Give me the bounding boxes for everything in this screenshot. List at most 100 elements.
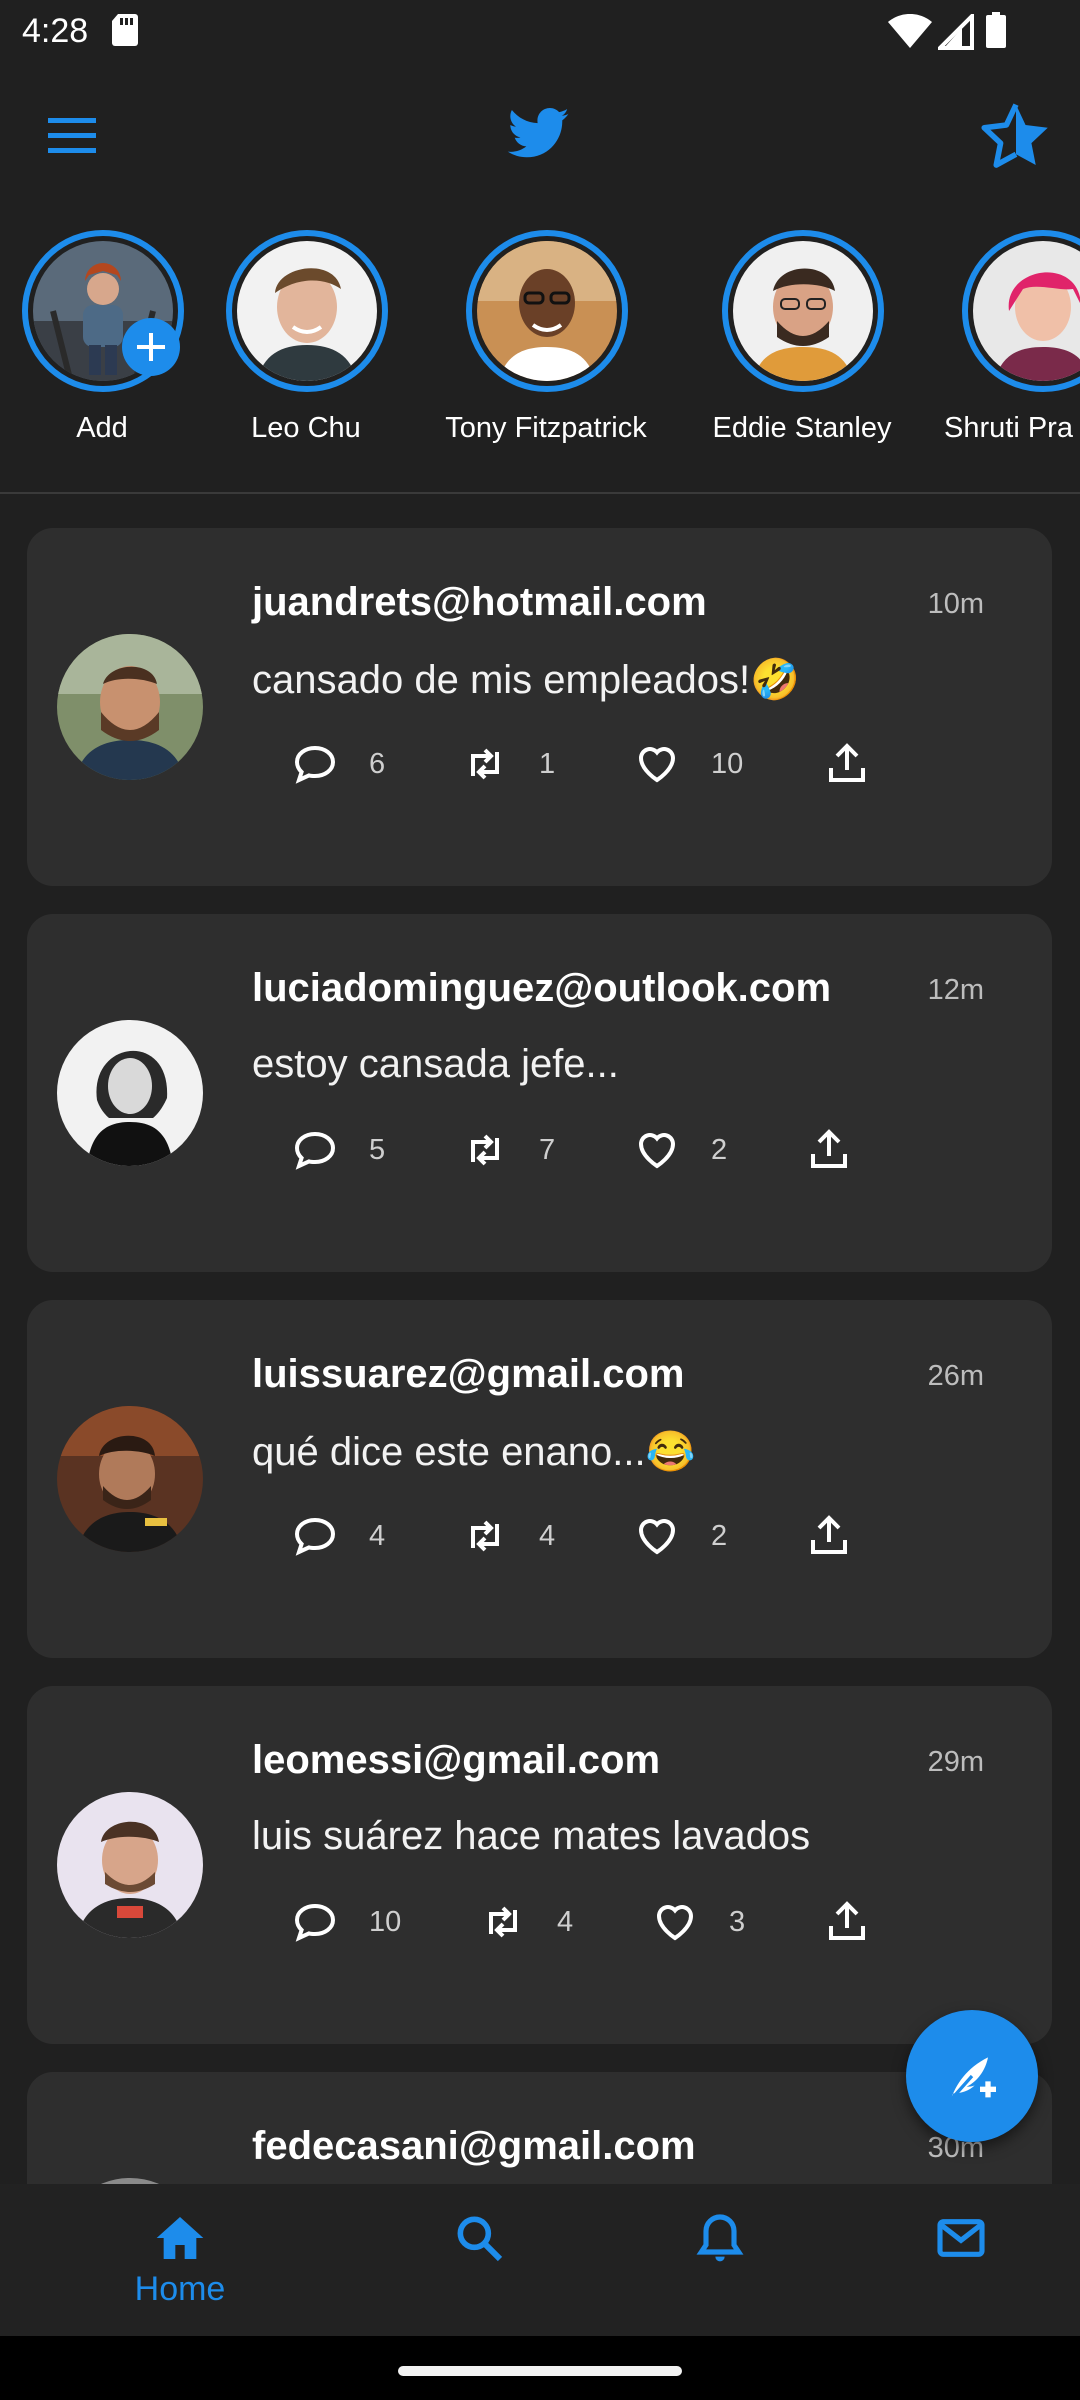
reply-count: 4 — [369, 1519, 386, 1552]
story-ring — [466, 230, 628, 392]
share-icon — [811, 1515, 847, 1554]
tweet-author[interactable]: fedecasani@gmail.com — [252, 2124, 696, 2169]
like-button[interactable]: 2 — [633, 1512, 727, 1560]
bottom-navigation: Home — [0, 2184, 1080, 2336]
retweet-count: 4 — [557, 1905, 574, 1938]
heart-icon — [656, 1905, 694, 1941]
story-leo-chu[interactable]: Leo Chu — [226, 226, 426, 446]
tweet-text: luis suárez hace mates lavados — [252, 1814, 811, 1858]
retweet-button[interactable]: 7 — [461, 1126, 555, 1174]
tweet-author[interactable]: leomessi@gmail.com — [252, 1738, 660, 1783]
bell-icon — [696, 2214, 744, 2262]
comment-icon — [294, 1903, 336, 1942]
twitter-bird-icon — [507, 107, 569, 158]
tweet-author[interactable]: luissuarez@gmail.com — [252, 1352, 684, 1397]
avatar[interactable] — [57, 1792, 203, 1938]
reply-count: 6 — [369, 747, 386, 780]
add-story-button[interactable] — [122, 318, 180, 376]
avatar — [237, 241, 377, 381]
reply-count: 10 — [369, 1905, 402, 1938]
retweet-count: 4 — [539, 1519, 556, 1552]
nav-home[interactable]: Home — [45, 2184, 315, 2336]
retweet-icon — [471, 1520, 499, 1552]
tweet-text: qué dice este enano...😂 — [252, 1430, 696, 1474]
like-count: 2 — [711, 1133, 728, 1166]
tweet-text: estoy cansada jefe... — [252, 1042, 619, 1086]
retweet-button[interactable]: 4 — [461, 1512, 555, 1560]
star-icon[interactable] — [978, 100, 1054, 174]
reply-button[interactable]: 5 — [291, 1126, 385, 1174]
tweet-card[interactable]: fedecasani@gmail.com 30m — [27, 2072, 1052, 2184]
share-icon — [811, 1129, 847, 1168]
avatar[interactable] — [57, 634, 203, 780]
share-icon — [829, 743, 865, 782]
reply-button[interactable]: 4 — [291, 1512, 385, 1560]
retweet-button[interactable]: 4 — [479, 1898, 573, 1946]
nav-search[interactable] — [344, 2184, 614, 2336]
comment-icon — [294, 1131, 336, 1170]
avatar — [477, 241, 617, 381]
share-button[interactable] — [823, 1898, 871, 1946]
tweet-time: 29m — [927, 1746, 984, 1778]
tweet-card[interactable]: juandrets@hotmail.com 10m cansado de mis… — [27, 528, 1052, 886]
reply-button[interactable]: 10 — [291, 1898, 401, 1946]
story-eddie-stanley[interactable]: Eddie Stanley — [713, 226, 922, 446]
menu-icon[interactable] — [46, 114, 100, 158]
like-count: 10 — [711, 747, 744, 780]
story-tony-fitzpatrick[interactable]: Tony Fitzpatrick — [445, 226, 666, 446]
heart-icon — [638, 747, 676, 783]
stories-row: Add Leo Chu Tony Fitzpatrick Eddie Stanl… — [0, 226, 1080, 446]
story-name: Tony Fitzpatrick — [445, 412, 647, 444]
like-button[interactable]: 3 — [651, 1898, 745, 1946]
compose-tweet-button[interactable] — [906, 2010, 1038, 2142]
comment-icon — [294, 745, 336, 784]
story-ring — [722, 230, 884, 392]
signal-icon — [938, 14, 974, 50]
retweet-button[interactable]: 1 — [461, 740, 555, 788]
home-gesture-bar[interactable] — [398, 2366, 682, 2376]
sd-card-icon — [112, 14, 138, 46]
share-button[interactable] — [805, 1126, 853, 1174]
wifi-icon — [888, 14, 932, 48]
story-add[interactable]: Add — [22, 226, 222, 446]
retweet-count: 1 — [539, 747, 556, 780]
retweet-count: 7 — [539, 1133, 556, 1166]
tweet-author[interactable]: juandrets@hotmail.com — [252, 580, 707, 625]
share-button[interactable] — [823, 740, 871, 788]
tweet-time: 10m — [927, 588, 984, 620]
share-icon — [829, 1901, 865, 1940]
retweet-icon — [489, 1906, 517, 1938]
nav-home-label: Home — [134, 2270, 226, 2308]
tweet-card[interactable]: luciadominguez@outlook.com 12m estoy can… — [27, 914, 1052, 1272]
share-button[interactable] — [805, 1512, 853, 1560]
reply-button[interactable]: 6 — [291, 740, 385, 788]
home-icon — [156, 2217, 204, 2259]
tweet-author[interactable]: luciadominguez@outlook.com — [252, 966, 831, 1011]
tweet-time: 12m — [927, 974, 984, 1006]
like-button[interactable]: 2 — [633, 1126, 727, 1174]
retweet-icon — [471, 748, 499, 780]
retweet-icon — [471, 1134, 499, 1166]
avatar — [973, 241, 1080, 381]
comment-icon — [294, 1517, 336, 1556]
tweet-text: cansado de mis empleados!🤣 — [252, 658, 800, 702]
nav-messages[interactable] — [826, 2184, 1080, 2336]
story-ring — [962, 230, 1080, 392]
heart-icon — [638, 1519, 676, 1555]
avatar[interactable] — [57, 1406, 203, 1552]
story-name: Eddie Stanley — [712, 412, 892, 444]
like-count: 2 — [711, 1519, 728, 1552]
gesture-area — [0, 2336, 1080, 2400]
avatar — [733, 241, 873, 381]
avatar[interactable] — [57, 1020, 203, 1166]
tweet-feed[interactable]: juandrets@hotmail.com 10m cansado de mis… — [0, 494, 1080, 2184]
status-bar: 4:28 — [0, 0, 1080, 66]
nav-notifications[interactable] — [585, 2184, 855, 2336]
story-shruti[interactable]: Shruti Pra — [944, 226, 1080, 446]
compose-feather-icon — [949, 2057, 996, 2102]
like-button[interactable]: 10 — [633, 740, 743, 788]
story-ring — [226, 230, 388, 392]
tweet-card[interactable]: leomessi@gmail.com 29m luis suárez hace … — [27, 1686, 1052, 2044]
tweet-card[interactable]: luissuarez@gmail.com 26m qué dice este e… — [27, 1300, 1052, 1658]
mail-icon — [937, 2219, 985, 2257]
